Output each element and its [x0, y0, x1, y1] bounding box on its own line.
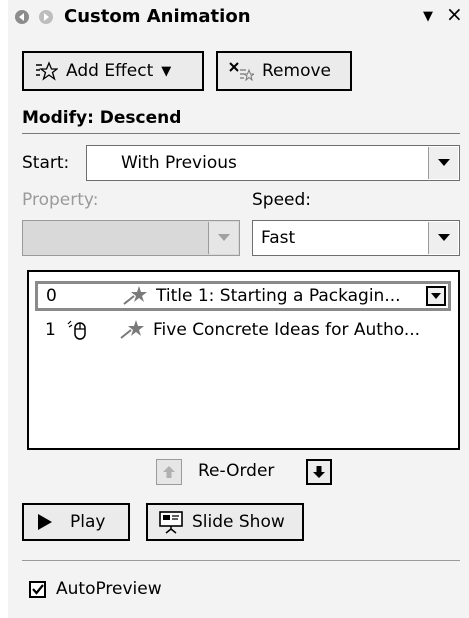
chevron-down-icon[interactable]: [428, 147, 458, 179]
chevron-down-icon[interactable]: [426, 286, 446, 306]
slide-show-label: Slide Show: [192, 512, 285, 532]
effect-star-icon: [122, 284, 156, 308]
chevron-down-icon: ▼: [161, 63, 172, 79]
move-down-icon[interactable]: [306, 459, 332, 485]
move-up-icon[interactable]: [156, 459, 182, 485]
property-label: Property:: [22, 190, 99, 210]
speed-select[interactable]: Fast: [252, 220, 460, 256]
pane-title: Custom Animation: [64, 6, 251, 27]
reorder-label: Re-Order: [198, 461, 275, 481]
modify-heading: Modify: Descend: [22, 108, 182, 128]
chevron-down-icon[interactable]: [428, 222, 458, 254]
mouse-click-icon: [65, 319, 119, 341]
list-item[interactable]: 0 Title 1: Starting a Packagin...: [35, 281, 451, 311]
pane-menu-arrow[interactable]: ▼: [423, 9, 433, 24]
forward-arrow-icon[interactable]: [38, 9, 54, 25]
property-select: [22, 220, 240, 256]
autopreview-label: AutoPreview: [56, 579, 162, 599]
play-label: Play: [70, 512, 106, 532]
slide-show-button[interactable]: Slide Show: [146, 503, 304, 541]
animation-list[interactable]: 0 Title 1: Starting a Packagin... 1 Five…: [27, 270, 460, 450]
speed-value: Fast: [261, 228, 296, 248]
item-text: Title 1: Starting a Packagin...: [156, 286, 401, 306]
effect-star-icon: [119, 318, 153, 342]
divider: [22, 560, 460, 561]
slideshow-icon: [158, 510, 184, 534]
remove-label: Remove: [262, 61, 331, 81]
start-value: With Previous: [121, 153, 237, 173]
back-arrow-icon[interactable]: [14, 9, 30, 25]
add-effect-button[interactable]: Add Effect ▼: [22, 51, 204, 91]
speed-label: Speed:: [252, 190, 312, 210]
list-item[interactable]: 1 Five Concrete Ideas for Autho...: [35, 315, 451, 345]
chevron-down-icon: [208, 222, 238, 254]
item-number: 1: [45, 320, 56, 340]
close-icon[interactable]: ×: [446, 4, 463, 24]
star-effect-icon: [34, 61, 58, 81]
item-number: 0: [46, 286, 57, 306]
start-label: Start:: [22, 153, 70, 173]
autopreview-checkbox[interactable]: [29, 581, 46, 598]
start-select[interactable]: With Previous: [86, 145, 460, 181]
play-icon: [38, 514, 52, 530]
remove-button[interactable]: Remove: [216, 51, 352, 91]
divider: [22, 133, 460, 134]
remove-icon: [228, 61, 254, 81]
play-button[interactable]: Play: [22, 503, 130, 541]
add-effect-label: Add Effect: [66, 61, 154, 81]
item-text: Five Concrete Ideas for Autho...: [153, 320, 421, 340]
